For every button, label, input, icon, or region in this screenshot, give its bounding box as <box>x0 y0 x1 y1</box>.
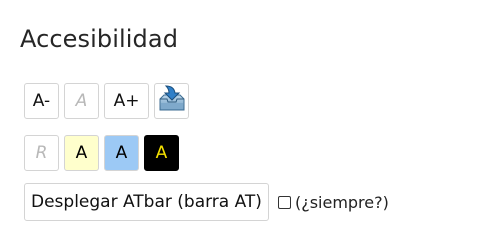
save-settings-button[interactable] <box>154 83 189 119</box>
atbar-controls: Desplegar ATbar (barra AT) (¿siempre?) <box>24 183 389 221</box>
download-tray-icon <box>156 83 188 120</box>
deploy-atbar-button[interactable]: Desplegar ATbar (barra AT) <box>24 183 269 221</box>
black-scheme-button[interactable]: A <box>144 135 179 171</box>
increase-font-button[interactable]: A+ <box>104 83 149 119</box>
always-atbar-option[interactable]: (¿siempre?) <box>277 192 389 212</box>
accessibility-block: Accesibilidad A- A A+ R A A A Desplegar … <box>0 0 492 246</box>
color-scheme-controls: R A A A <box>24 135 179 171</box>
always-checkbox[interactable] <box>277 195 291 209</box>
font-size-controls: A- A A+ <box>24 83 189 119</box>
decrease-font-button[interactable]: A- <box>24 83 59 119</box>
blue-scheme-button[interactable]: A <box>104 135 139 171</box>
section-title: Accesibilidad <box>20 25 179 53</box>
reset-colors-button[interactable]: R <box>24 135 59 171</box>
reset-font-button[interactable]: A <box>64 83 99 119</box>
yellow-scheme-button[interactable]: A <box>64 135 99 171</box>
always-label: (¿siempre?) <box>294 192 389 212</box>
